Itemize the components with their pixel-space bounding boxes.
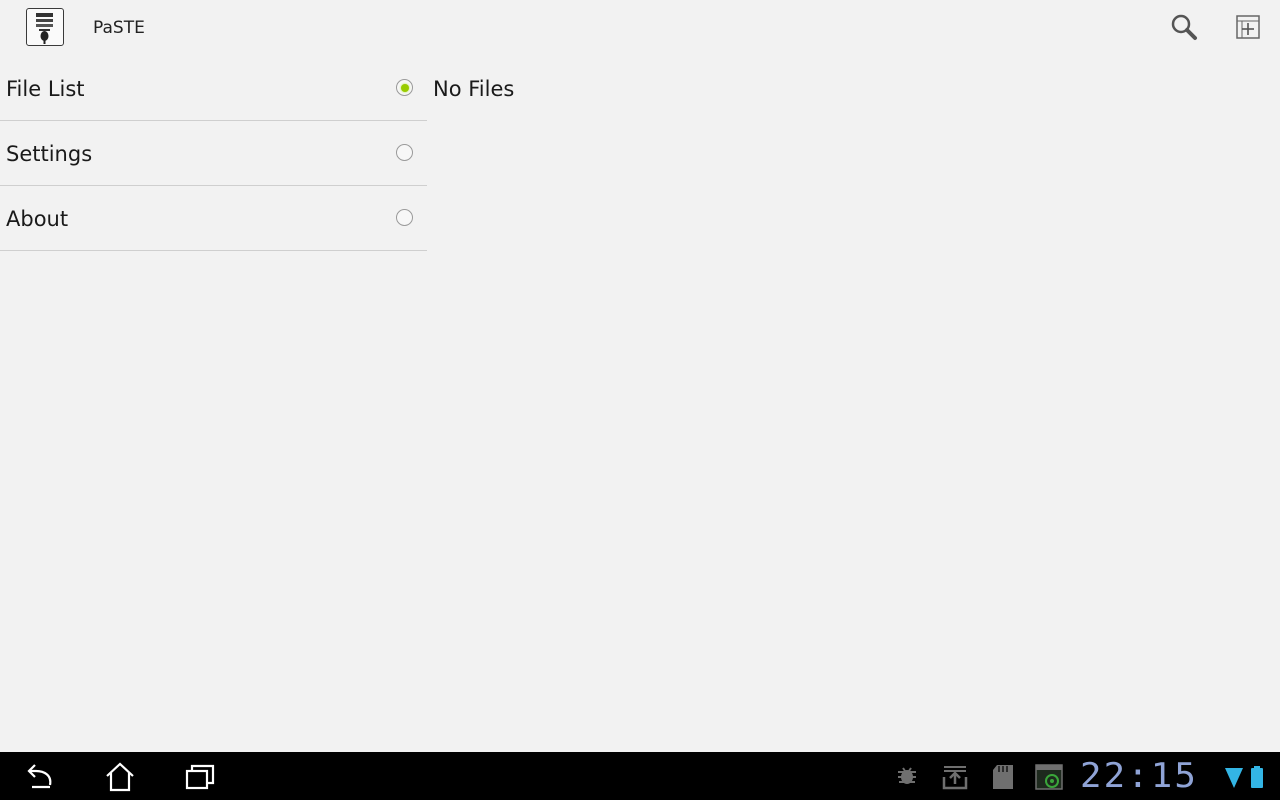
home-icon (106, 762, 134, 792)
battery-icon[interactable] (1248, 762, 1278, 792)
nav-item-label: File List (6, 77, 85, 101)
app-title: PaSTE (93, 18, 145, 38)
app-logo-icon[interactable] (26, 8, 64, 46)
back-button[interactable] (20, 759, 60, 795)
recents-icon (185, 764, 215, 790)
action-bar: PaSTE (0, 0, 1280, 56)
clock-text[interactable]: 22:15 (1080, 758, 1210, 794)
nav-item-about[interactable]: About (0, 186, 427, 251)
nav-list: File List Settings About (0, 56, 427, 251)
recents-button[interactable] (180, 759, 220, 795)
add-file-icon (1236, 15, 1260, 39)
back-icon (27, 764, 52, 789)
system-bar: 22:15 (0, 752, 1280, 800)
content-pane: No Files (427, 56, 1280, 752)
app-window: PaSTE File List Settings About No Files … (0, 0, 1280, 800)
radio-button-selected[interactable] (396, 79, 413, 96)
home-button[interactable] (100, 759, 140, 795)
radio-button[interactable] (396, 209, 413, 226)
screenshot-icon[interactable] (1034, 762, 1064, 792)
add-file-button[interactable] (1230, 10, 1266, 46)
download-icon[interactable] (940, 762, 970, 792)
empty-state-text: No Files (433, 77, 515, 101)
nav-item-label: About (6, 207, 69, 231)
debug-icon[interactable] (892, 762, 922, 792)
nav-item-label: Settings (6, 142, 93, 166)
search-icon (1171, 14, 1197, 40)
nav-item-settings[interactable]: Settings (0, 121, 427, 186)
search-button[interactable] (1166, 10, 1202, 46)
nav-item-file-list[interactable]: File List (0, 56, 427, 121)
radio-button[interactable] (396, 144, 413, 161)
sdcard-icon[interactable] (988, 762, 1018, 792)
